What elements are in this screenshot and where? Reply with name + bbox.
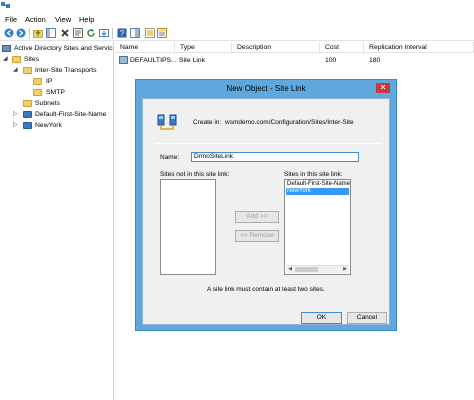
dialog-body: Create in: wsmdemo.com/Configuration/Sit… xyxy=(142,98,390,325)
horizontal-scrollbar[interactable]: ◀ ▶ xyxy=(286,265,349,273)
properties-icon[interactable] xyxy=(73,28,83,38)
menu-action[interactable]: Action xyxy=(25,15,46,24)
name-label: Name: xyxy=(160,154,180,161)
site-link-icon xyxy=(157,114,177,130)
collapse-arrow-icon[interactable]: ◢ xyxy=(13,66,19,74)
scroll-left-icon[interactable]: ◀ xyxy=(286,266,294,273)
directory-sites-icon xyxy=(2,45,11,52)
expand-arrow-icon[interactable]: ▷ xyxy=(13,121,19,129)
hint-text: A site link must contain at least two si… xyxy=(207,286,325,293)
tree-item-label: Subnets xyxy=(35,100,60,107)
expand-arrow-icon[interactable]: ▷ xyxy=(13,110,19,118)
delete-icon[interactable] xyxy=(60,28,70,38)
site-icon xyxy=(23,122,32,129)
divider xyxy=(155,143,381,144)
remove-button[interactable]: << Remove xyxy=(235,230,279,242)
scroll-right-icon[interactable]: ▶ xyxy=(341,266,349,273)
tree-item-label: Sites xyxy=(24,56,40,63)
toolbar-separator xyxy=(112,28,113,39)
column-header-type[interactable]: Type xyxy=(175,42,232,53)
title-bar xyxy=(0,0,474,12)
help-icon[interactable]: ? xyxy=(117,28,127,38)
up-folder-icon[interactable] xyxy=(33,28,43,38)
site-link-name-input[interactable]: DrmoSiteLink xyxy=(191,152,359,162)
refresh-icon[interactable] xyxy=(86,28,96,38)
row-type: Site Link xyxy=(179,57,206,64)
folder-icon xyxy=(12,56,21,63)
sites-in-link-list[interactable]: Default-First-Site-Name NewYork ◀ ▶ xyxy=(284,179,351,275)
add-button[interactable]: Add >> xyxy=(235,211,279,223)
create-in-label: Create in: xyxy=(193,119,222,126)
site-link-icon[interactable] xyxy=(145,28,155,38)
console-tree: Active Directory Sites and Services ◢ Si… xyxy=(0,42,114,400)
toolbar: ? xyxy=(0,26,474,41)
row-replication-interval: 180 xyxy=(369,57,381,64)
menu-bar: File Action View Help xyxy=(0,12,474,26)
cancel-button[interactable]: Cancel xyxy=(347,312,387,324)
tree-item-label: Default-First-Site-Name xyxy=(35,111,107,118)
tree-item-label: SMTP xyxy=(46,89,65,96)
show-hide-pane-icon[interactable] xyxy=(130,28,140,38)
folder-icon xyxy=(33,89,42,96)
site-icon xyxy=(23,111,32,118)
list-item[interactable]: Default-First-Site-Name xyxy=(286,181,350,188)
row-cost: 100 xyxy=(325,57,337,64)
sites-not-in-link-label: Sites not in this site link: xyxy=(160,171,230,178)
sites-in-link-label: Sites in this site link: xyxy=(284,171,343,178)
folder-icon xyxy=(33,78,42,85)
export-list-icon[interactable] xyxy=(99,28,109,38)
tree-item-label: IP xyxy=(46,78,53,85)
dialog-title: New Object - Site Link xyxy=(226,84,306,93)
svg-text:?: ? xyxy=(120,29,125,38)
forward-icon[interactable] xyxy=(16,28,26,38)
menu-file[interactable]: File xyxy=(5,15,17,24)
create-in-value: wsmdemo.com/Configuration/Sites/Inter-Si… xyxy=(225,119,354,126)
back-icon[interactable] xyxy=(4,28,14,38)
collapse-arrow-icon[interactable]: ◢ xyxy=(3,55,9,63)
column-header-cost[interactable]: Cost xyxy=(320,42,364,53)
tree-item-label: Active Directory Sites and Services xyxy=(14,45,114,52)
folder-icon xyxy=(23,100,32,107)
site-link-icon xyxy=(119,56,128,64)
toolbar-separator xyxy=(29,28,30,39)
row-name: DEFAULTIPS... xyxy=(130,57,177,64)
console-tree-icon[interactable] xyxy=(46,28,56,38)
app-icon xyxy=(1,2,10,8)
column-header-description[interactable]: Description xyxy=(232,42,320,53)
sites-not-in-link-list[interactable] xyxy=(160,179,216,275)
menu-view[interactable]: View xyxy=(55,15,71,24)
column-header-name[interactable]: Name xyxy=(115,42,175,53)
ok-button[interactable]: OK xyxy=(301,312,342,324)
scroll-thumb[interactable] xyxy=(295,267,318,272)
folder-icon xyxy=(23,67,32,74)
list-item-selected[interactable]: NewYork xyxy=(286,188,349,195)
tree-item-label: NewYork xyxy=(35,122,62,129)
tree-item-label: Inter-Site Transports xyxy=(35,67,97,74)
column-header-replication-interval[interactable]: Replication Interval xyxy=(364,42,474,53)
menu-help[interactable]: Help xyxy=(79,15,94,24)
console-icon[interactable] xyxy=(157,28,167,38)
new-site-link-dialog: New Object - Site Link ✕ Create in: wsmd… xyxy=(135,79,397,331)
close-button[interactable]: ✕ xyxy=(376,83,390,93)
